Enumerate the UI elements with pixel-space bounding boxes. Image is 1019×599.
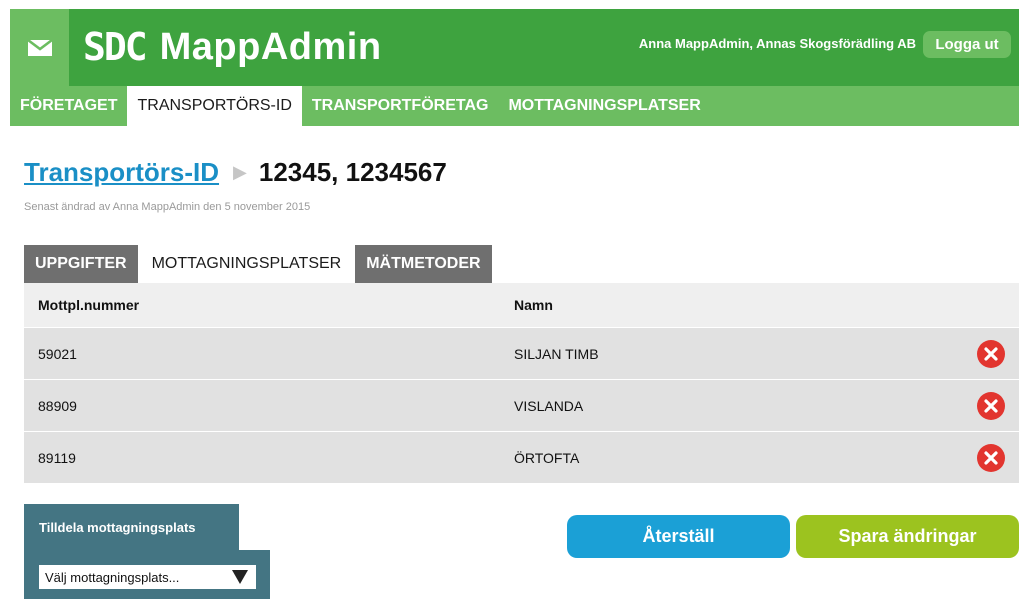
reception-table: Mottpl.nummer Namn 59021 SILJAN TIMB 889…: [24, 283, 1019, 484]
column-header-number: Mottpl.nummer: [38, 297, 140, 313]
tab-mottagningsplatser[interactable]: MOTTAGNINGSPLATSER: [137, 245, 356, 283]
app-logo[interactable]: SDC MappAdmin: [83, 23, 382, 71]
reception-select-value: Välj mottagningsplats...: [45, 569, 180, 585]
app-header: SDC MappAdmin Anna MappAdmin, Annas Skog…: [10, 9, 1019, 86]
reset-button[interactable]: Återställ: [567, 515, 790, 558]
delete-icon[interactable]: [977, 391, 1005, 420]
row-number: 89119: [38, 449, 76, 466]
row-name: ÖRTOFTA: [514, 449, 580, 466]
assign-panel-title: Tilldela mottagningsplats: [24, 504, 239, 550]
app-name: MappAdmin: [159, 25, 382, 68]
delete-icon[interactable]: [977, 339, 1005, 368]
main-nav: FÖRETAGET TRANSPORTÖRS-ID TRANSPORTFÖRET…: [10, 86, 1019, 126]
reception-select[interactable]: Välj mottagningsplats...: [39, 565, 256, 589]
envelope-icon: [27, 39, 52, 56]
dropdown-arrow-icon: [232, 570, 248, 584]
tab-matmetoder[interactable]: MÄTMETODER: [355, 245, 492, 283]
nav-item-mottagningsplatser[interactable]: MOTTAGNINGSPLATSER: [498, 86, 710, 126]
table-row: 59021 SILJAN TIMB: [24, 328, 1019, 380]
table-header: Mottpl.nummer Namn: [24, 283, 1019, 328]
table-row: 88909 VISLANDA: [24, 380, 1019, 432]
assign-panel-body: Välj mottagningsplats...: [24, 550, 270, 599]
save-button[interactable]: Spara ändringar: [796, 515, 1019, 558]
delete-icon[interactable]: [977, 443, 1005, 472]
tab-bar: UPPGIFTER MOTTAGNINGSPLATSER MÄTMETODER: [24, 245, 492, 283]
nav-item-foretaget[interactable]: FÖRETAGET: [10, 86, 127, 126]
assign-reception-panel: Tilldela mottagningsplats Välj mottagnin…: [24, 504, 270, 599]
mail-button[interactable]: [10, 9, 69, 86]
row-number: 88909: [38, 397, 77, 414]
page-title: Transportörs-ID ▶ 12345, 1234567: [24, 157, 447, 188]
nav-item-transportforetag[interactable]: TRANSPORTFÖRETAG: [302, 86, 499, 126]
sdc-logo-mark: SDC: [83, 25, 148, 69]
column-header-name: Namn: [514, 297, 553, 313]
chevron-right-icon: ▶: [233, 162, 247, 182]
tab-uppgifter[interactable]: UPPGIFTER: [24, 245, 138, 283]
logout-button[interactable]: Logga ut: [923, 31, 1011, 58]
user-info: Anna MappAdmin, Annas Skogsförädling AB: [638, 36, 916, 51]
page-title-text: 12345, 1234567: [258, 157, 447, 187]
last-modified-text: Senast ändrad av Anna MappAdmin den 5 no…: [24, 201, 311, 213]
table-row: 89119 ÖRTOFTA: [24, 432, 1019, 484]
nav-item-transportors-id[interactable]: TRANSPORTÖRS-ID: [127, 86, 302, 126]
breadcrumb-link[interactable]: Transportörs-ID: [24, 157, 219, 188]
row-number: 59021: [38, 345, 77, 362]
row-name: SILJAN TIMB: [514, 345, 599, 362]
row-name: VISLANDA: [514, 397, 584, 414]
